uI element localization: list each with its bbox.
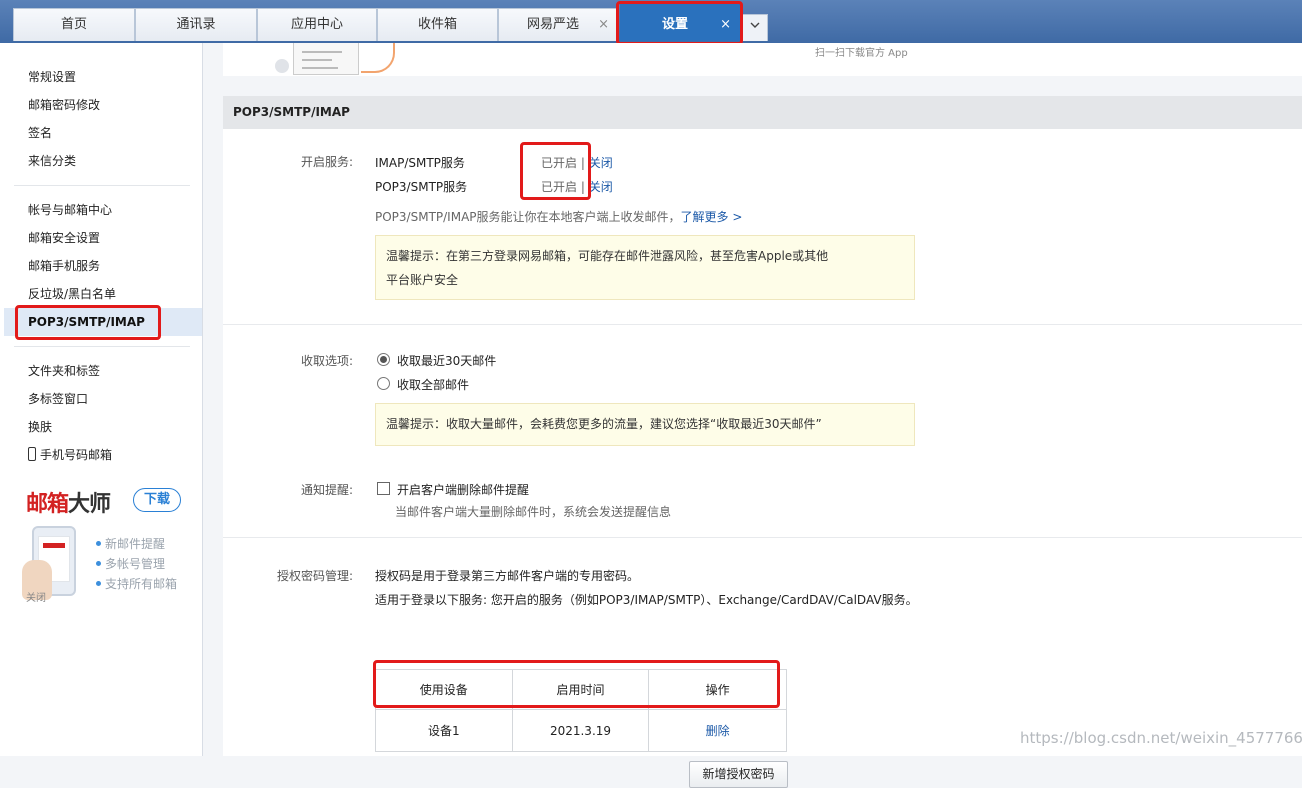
tab-bar: 首页 通讯录 应用中心 收件箱 网易严选 × 设置 ×	[0, 0, 1302, 43]
notify-description: 当邮件客户端大量删除邮件时，系统会发送提醒信息	[395, 505, 672, 519]
tab-label: 应用中心	[290, 17, 343, 32]
tab-label: 收件箱	[417, 17, 457, 32]
sidebar-item-pop3-smtp-imap[interactable]: POP3/SMTP/IMAP	[4, 308, 202, 336]
add-auth-code-button[interactable]: 新增授权密码	[689, 761, 788, 788]
tab-yanxuan[interactable]: 网易严选 ×	[498, 8, 618, 41]
separator: |	[580, 156, 585, 170]
illustration	[361, 43, 395, 73]
status-text: 已开启	[541, 156, 578, 170]
delete-link[interactable]: 删除	[706, 724, 730, 738]
sidebar-item-mobile-service[interactable]: 邮箱手机服务	[28, 256, 100, 276]
app-download-strip: 扫一扫下载官方 App	[223, 43, 1302, 76]
status-text: 已开启	[541, 180, 578, 194]
auth-label: 授权密码管理:	[276, 569, 353, 583]
settings-main: 扫一扫下载官方 App POP3/SMTP/IMAP 开启服务: IMAP/SM…	[203, 43, 1302, 788]
divider	[223, 537, 1302, 538]
tab-app-center[interactable]: 应用中心	[257, 8, 377, 41]
services-description: POP3/SMTP/IMAP服务能让你在本地客户端上收发邮件，了解更多	[375, 208, 742, 225]
sidebar-item-skin[interactable]: 换肤	[28, 417, 52, 437]
description-text: POP3/SMTP/IMAP服务能让你在本地客户端上收发邮件，	[375, 210, 681, 224]
sidebar-item-folders-tags[interactable]: 文件夹和标签	[28, 361, 100, 381]
chevron-down-icon[interactable]	[742, 14, 768, 41]
tab-home[interactable]: 首页	[13, 8, 135, 41]
learn-more-link[interactable]: 了解更多	[681, 210, 743, 224]
tip-line: 温馨提示：收取大量邮件，会耗费您更多的流量，建议您选择“收取最近30天邮件”	[386, 417, 822, 431]
pop3-service-status: 已开启 | 关闭	[541, 178, 613, 195]
radio-label[interactable]: 收取最近30天邮件	[397, 352, 496, 369]
sidebar-item-antispam[interactable]: 反垃圾/黑白名单	[28, 284, 116, 304]
column-header: 操作	[648, 669, 787, 710]
fetch-all-radio[interactable]	[377, 377, 390, 390]
table-row: 设备1 2021.3.19 删除	[375, 709, 787, 752]
auth-services-text: 适用于登录以下服务: 您开启的服务（例如POP3/IMAP/SMTP）、Exch…	[375, 593, 918, 607]
settings-sidebar: 常规设置 邮箱密码修改 签名 来信分类 帐号与邮箱中心 邮箱安全设置 邮箱手机服…	[0, 43, 203, 756]
sidebar-item-account-center[interactable]: 帐号与邮箱中心	[28, 200, 112, 220]
tip-line: 平台账户安全	[386, 273, 459, 287]
action-cell: 删除	[648, 709, 787, 752]
sidebar-item-multi-tab[interactable]: 多标签窗口	[28, 389, 88, 409]
column-header: 使用设备	[375, 669, 513, 710]
radio-label[interactable]: 收取全部邮件	[397, 376, 469, 393]
promo-close-link[interactable]: 关闭	[26, 589, 46, 604]
tab-contacts[interactable]: 通讯录	[135, 8, 257, 41]
download-button[interactable]: 下载	[133, 488, 181, 512]
tab-label: 设置	[661, 17, 688, 32]
promo-feature: 新邮件提醒	[96, 535, 165, 552]
imap-service-name: IMAP/SMTP服务	[375, 156, 465, 170]
close-icon[interactable]: ×	[598, 9, 609, 41]
phone-icon	[28, 447, 36, 461]
pop3-service-name: POP3/SMTP服务	[375, 180, 468, 194]
imap-service-status: 已开启 | 关闭	[541, 154, 613, 171]
tab-label: 通讯录	[176, 17, 216, 32]
tab-inbox[interactable]: 收件箱	[377, 8, 498, 41]
fetch-30days-radio[interactable]	[377, 353, 390, 366]
risk-tip-box: 温馨提示：在第三方登录网易邮箱，可能存在邮件泄露风险，甚至危害Apple或其他 …	[375, 235, 915, 300]
scan-download-text: 扫一扫下载官方 App	[815, 48, 908, 59]
promo-feature: 多帐号管理	[96, 555, 165, 572]
settings-panel: 开启服务: IMAP/SMTP服务 已开启 | 关闭 POP3/SMTP服务 已…	[223, 129, 1302, 788]
tab-label: 首页	[60, 17, 87, 32]
logo-text-dark: 大师	[68, 492, 111, 517]
delete-reminder-checkbox[interactable]	[377, 482, 390, 495]
divider	[14, 346, 190, 347]
checkbox-label[interactable]: 开启客户端删除邮件提醒	[397, 481, 529, 498]
tip-line: 温馨提示：在第三方登录网易邮箱，可能存在邮件泄露风险，甚至危害Apple或其他	[386, 249, 829, 263]
time-cell: 2021.3.19	[511, 709, 650, 752]
sidebar-item-label: 手机号码邮箱	[40, 448, 113, 462]
imap-close-link[interactable]: 关闭	[589, 156, 613, 170]
traffic-tip-box: 温馨提示：收取大量邮件，会耗费您更多的流量，建议您选择“收取最近30天邮件”	[375, 403, 915, 446]
fetch-label: 收取选项:	[300, 354, 353, 368]
auth-code-table: 使用设备 启用时间 操作 设备1 2021.3.19 删除	[375, 669, 787, 752]
sidebar-item-signature[interactable]: 签名	[28, 123, 52, 143]
notify-label: 通知提醒:	[300, 483, 353, 497]
auth-description: 授权码是用于登录第三方邮件客户端的专用密码。	[375, 569, 640, 583]
close-icon[interactable]: ×	[720, 5, 731, 45]
section-title: POP3/SMTP/IMAP	[223, 96, 1302, 129]
sidebar-item-password[interactable]: 邮箱密码修改	[28, 95, 100, 115]
mail-master-logo[interactable]: 邮箱大师	[26, 486, 111, 518]
sidebar-item-phone-mailbox[interactable]: 手机号码邮箱	[28, 445, 112, 465]
sidebar-item-security[interactable]: 邮箱安全设置	[28, 228, 100, 248]
device-cell: 设备1	[375, 709, 513, 752]
tab-settings[interactable]: 设置 ×	[620, 4, 740, 41]
promo-feature: 支持所有邮箱	[96, 575, 177, 592]
services-label: 开启服务:	[300, 155, 353, 169]
phone-illustration	[293, 43, 359, 75]
tab-label: 网易严选	[526, 17, 579, 32]
pop3-close-link[interactable]: 关闭	[589, 180, 613, 194]
logo-text-red: 邮箱	[26, 492, 69, 517]
illustration	[275, 59, 289, 73]
column-header: 启用时间	[511, 669, 650, 710]
watermark: https://blog.csdn.net/weixin_45777669	[1020, 729, 1302, 747]
sidebar-item-general[interactable]: 常规设置	[28, 67, 76, 87]
divider	[14, 185, 190, 186]
sidebar-item-mail-category[interactable]: 来信分类	[28, 151, 76, 171]
divider	[223, 324, 1302, 325]
separator: |	[580, 180, 585, 194]
